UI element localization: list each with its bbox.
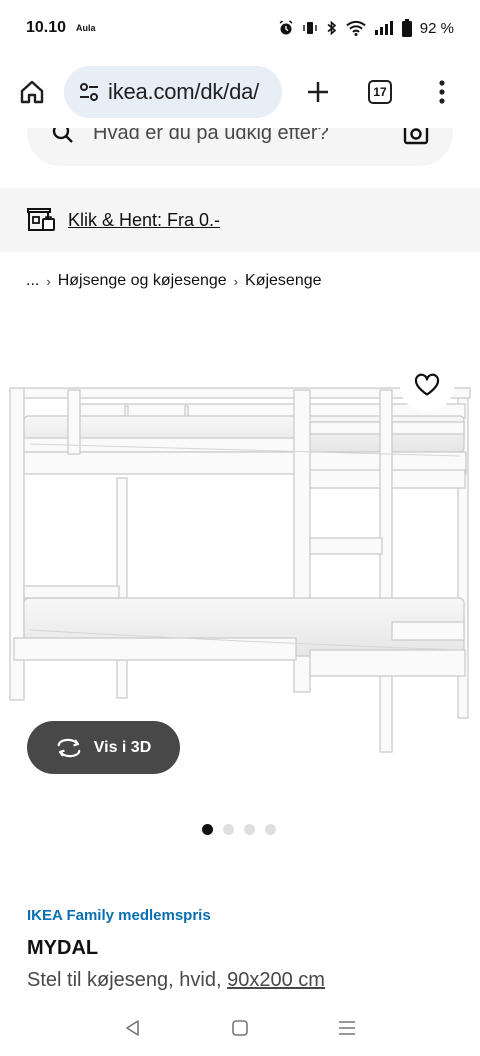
chevron-right-icon: › [46,273,51,289]
home-button[interactable] [10,70,54,114]
breadcrumb-item-bunk-beds[interactable]: Køjesenge [245,272,322,290]
camera-icon[interactable] [403,128,429,145]
wifi-icon [346,20,366,36]
battery-level: 92 % [419,19,454,37]
bluetooth-icon [326,20,338,36]
product-size-link[interactable]: 90x200 cm [227,969,325,991]
signal-icon [374,20,394,36]
family-price-label: IKEA Family medlemspris [27,907,211,924]
carousel-dot[interactable] [265,824,276,835]
new-tab-button[interactable] [296,70,340,114]
rotate-3d-icon [57,738,80,757]
browser-menu-button[interactable] [420,70,464,114]
home-square-icon [232,1020,248,1036]
more-vert-icon [439,80,445,104]
product-description: Stel til køjeseng, hvid, 90x200 cm [27,969,325,992]
breadcrumb-ellipsis[interactable]: ... [26,272,39,290]
favorite-button[interactable] [400,358,454,412]
status-bar: 10.10 Aula 92 % [0,0,480,56]
carousel-dots [202,824,276,835]
status-time: 10.10 [26,19,67,36]
alarm-icon [278,20,294,36]
chevron-right-icon: › [233,273,239,289]
view-3d-button[interactable]: Vis i 3D [27,721,180,774]
tab-count: 17 [368,80,392,104]
recents-button[interactable] [327,1008,367,1048]
recents-lines-icon [338,1021,355,1035]
product-name: MYDAL [27,937,99,959]
carousel-dot[interactable] [202,824,213,835]
search-input[interactable]: Hvad er du på udkig efter? [27,128,453,166]
carousel-dot[interactable] [244,824,255,835]
view-3d-label: Vis i 3D [93,738,152,756]
click-collect-banner: Klik & Hent: Fra 0.- [0,188,480,252]
back-triangle-icon [126,1020,140,1036]
breadcrumb: ... › Højsenge og køjesenge › Køjesenge [26,272,322,290]
address-bar[interactable]: ikea.com/dk/da/ [64,66,282,118]
heart-icon [414,373,440,396]
tab-switcher-button[interactable]: 17 [358,70,402,114]
battery-icon [401,19,412,37]
vibrate-icon [302,20,318,36]
search-bar-region: Hvad er du på udkig efter? [0,128,480,168]
carousel-dot[interactable] [223,824,234,835]
home-nav-button[interactable] [220,1008,260,1048]
search-icon [52,128,73,143]
search-placeholder: Hvad er du på udkig efter? [93,128,329,144]
product-image[interactable] [0,360,480,760]
status-carrier: Aula [76,23,96,33]
click-collect-link[interactable]: Klik & Hent: Fra 0.- [68,210,220,231]
plus-icon [308,82,328,102]
back-button[interactable] [113,1008,153,1048]
browser-toolbar: ikea.com/dk/da/ 17 [0,56,480,128]
url-text: ikea.com/dk/da/ [108,79,260,104]
system-nav-bar [0,1000,480,1056]
site-settings-icon[interactable] [78,81,100,103]
breadcrumb-item-loft-bunk-beds[interactable]: Højsenge og køjesenge [58,272,227,290]
home-icon [20,80,44,104]
store-icon [27,208,55,231]
product-description-text: Stel til køjeseng, hvid, [27,969,222,991]
